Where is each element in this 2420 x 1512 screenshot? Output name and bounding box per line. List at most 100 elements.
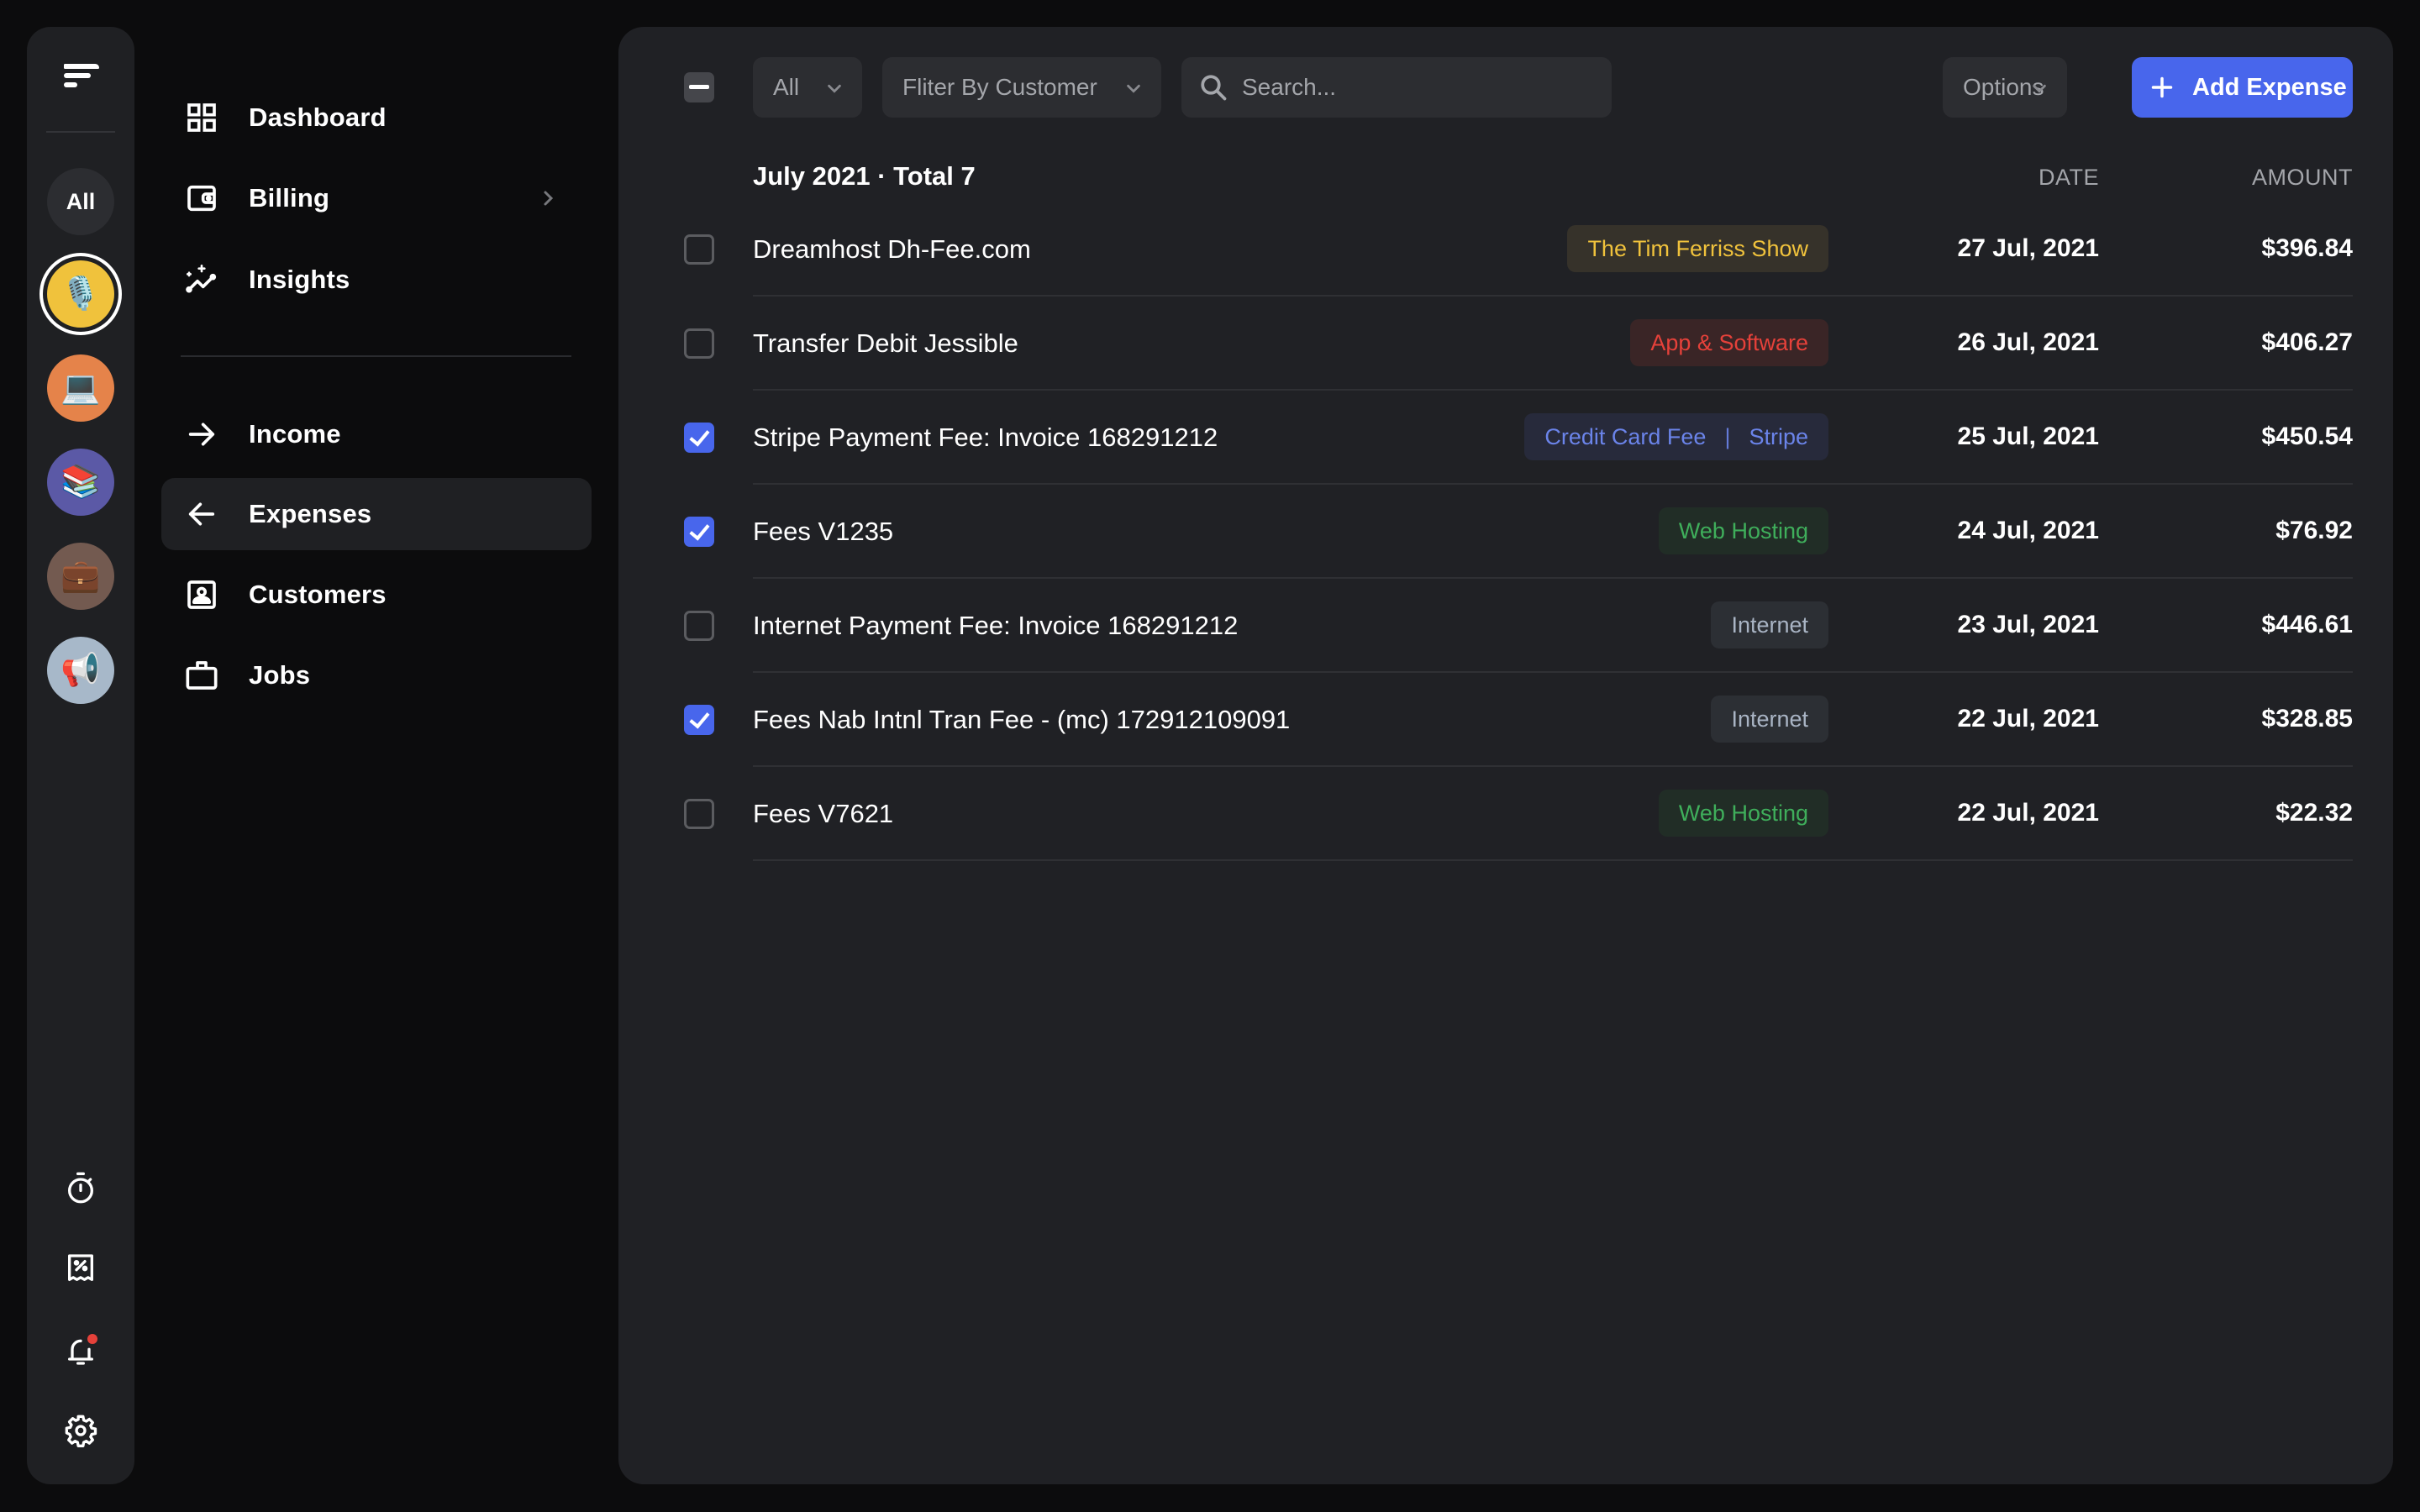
expense-description[interactable]: Fees V7621 <box>753 799 893 829</box>
category-tag[interactable]: The Tim Ferriss Show <box>1567 225 1828 272</box>
row-checkbox[interactable] <box>684 234 714 265</box>
expense-row[interactable]: Transfer Debit Jessible App & Software 2… <box>618 297 2393 391</box>
gear-icon[interactable] <box>64 1414 97 1447</box>
category-tag[interactable]: Internet <box>1711 601 1828 648</box>
category-tag[interactable]: Credit Card Fee | Stripe <box>1524 413 1828 460</box>
workspace-laptop-button[interactable]: 💻 <box>47 354 114 422</box>
options-dropdown[interactable]: Options <box>1943 57 2067 118</box>
tag-group: Web Hosting <box>1658 507 1828 554</box>
briefcase-icon: 💼 <box>60 559 101 594</box>
expense-date: 25 Jul, 2021 <box>1957 423 2099 450</box>
briefcase-icon <box>183 657 220 694</box>
expense-date: 26 Jul, 2021 <box>1957 328 2099 356</box>
receipt-percent-icon[interactable] <box>64 1252 97 1285</box>
stopwatch-icon[interactable] <box>64 1171 97 1205</box>
tag-label: Internet <box>1731 706 1808 732</box>
row-checkbox[interactable] <box>684 705 714 735</box>
customer-filter-value: Fliter By Customer <box>902 74 1097 100</box>
nav-item-income[interactable]: Income <box>161 398 592 470</box>
category-tag[interactable]: Web Hosting <box>1658 507 1828 554</box>
expense-row[interactable]: Internet Payment Fee: Invoice 168291212 … <box>618 579 2393 673</box>
chevron-down-icon <box>828 84 841 93</box>
expense-description[interactable]: Fees Nab Intnl Tran Fee - (mc) 172912109… <box>753 705 1290 735</box>
category-tag[interactable]: App & Software <box>1630 319 1828 366</box>
wallet-icon <box>183 180 220 217</box>
category-tag[interactable]: Internet <box>1711 696 1828 743</box>
category-tag[interactable]: Web Hosting <box>1658 790 1828 837</box>
expense-row[interactable]: Fees Nab Intnl Tran Fee - (mc) 172912109… <box>618 673 2393 767</box>
expense-date: 22 Jul, 2021 <box>1957 705 2099 732</box>
nav-label: Expenses <box>249 499 372 528</box>
select-all-checkbox[interactable] <box>684 72 714 102</box>
expense-row[interactable]: Fees V7621 Web Hosting 22 Jul, 2021 $22.… <box>618 767 2393 861</box>
nav-divider <box>181 355 571 357</box>
sparkle-chart-icon <box>183 261 220 298</box>
search-input[interactable] <box>1242 57 1595 118</box>
tag-group: Internet <box>1711 601 1828 648</box>
nav-label: Income <box>249 419 341 449</box>
nav-label: Dashboard <box>249 102 387 132</box>
type-filter-select[interactable]: All <box>753 57 862 118</box>
workspace-briefcase-button[interactable]: 💼 <box>47 543 114 610</box>
workspace-podcast-button[interactable]: 🎙️ <box>47 260 114 328</box>
expense-description[interactable]: Transfer Debit Jessible <box>753 328 1018 359</box>
workspace-all-button[interactable]: All <box>47 168 114 235</box>
row-checkbox[interactable] <box>684 328 714 359</box>
date-column-header[interactable]: DATE <box>2039 165 2099 191</box>
amount-column-header[interactable]: AMOUNT <box>2252 165 2353 191</box>
expense-row[interactable]: Fees V1235 Web Hosting 24 Jul, 2021 $76.… <box>618 485 2393 579</box>
rail-divider <box>46 131 115 133</box>
nav-label: Jobs <box>249 660 311 690</box>
tag-group: Web Hosting <box>1658 790 1828 837</box>
tag-group: Credit Card Fee | Stripe <box>1524 413 1828 460</box>
row-checkbox[interactable] <box>684 799 714 829</box>
add-expense-label: Add Expense <box>2192 73 2347 101</box>
tag-label: Web Hosting <box>1678 517 1808 543</box>
expense-date: 22 Jul, 2021 <box>1957 799 2099 827</box>
brand-logo-icon[interactable] <box>64 64 99 92</box>
expense-amount: $406.27 <box>2261 328 2353 356</box>
add-expense-button[interactable]: Add Expense <box>2132 57 2353 118</box>
nav-item-dashboard[interactable]: Dashboard <box>161 81 592 154</box>
expense-row[interactable]: Stripe Payment Fee: Invoice 168291212 Cr… <box>618 391 2393 485</box>
expense-list: Dreamhost Dh-Fee.com The Tim Ferriss Sho… <box>618 202 2393 861</box>
nav-item-jobs[interactable]: Jobs <box>161 639 592 711</box>
chevron-right-icon <box>544 191 554 206</box>
expense-date: 24 Jul, 2021 <box>1957 517 2099 544</box>
row-checkbox[interactable] <box>684 423 714 453</box>
expense-description[interactable]: Internet Payment Fee: Invoice 168291212 <box>753 611 1238 641</box>
tag-group: The Tim Ferriss Show <box>1567 225 1828 272</box>
expense-description[interactable]: Dreamhost Dh-Fee.com <box>753 234 1031 265</box>
grid-icon <box>183 99 220 136</box>
expense-description[interactable]: Stripe Payment Fee: Invoice 168291212 <box>753 423 1218 453</box>
bell-icon[interactable] <box>64 1334 97 1368</box>
nav-label: Billing <box>249 183 330 213</box>
toolbar: All Fliter By Customer Options Add Expen… <box>618 57 2393 118</box>
expense-date: 23 Jul, 2021 <box>1957 611 2099 638</box>
plus-icon <box>2151 76 2173 98</box>
nav-item-expenses[interactable]: Expenses <box>161 478 592 550</box>
nav-label: Insights <box>249 265 350 294</box>
tag-label: The Tim Ferriss Show <box>1587 235 1808 261</box>
notification-dot <box>87 1334 97 1344</box>
chevron-down-icon <box>1127 84 1140 93</box>
nav-item-insights[interactable]: Insights <box>161 244 592 316</box>
nav-item-billing[interactable]: Billing <box>161 162 592 234</box>
search-icon <box>1201 75 1227 101</box>
expense-description[interactable]: Fees V1235 <box>753 517 893 547</box>
workspace-rail: All 🎙️ 💻 📚 💼 📢 <box>27 27 134 1484</box>
books-icon: 📚 <box>60 465 101 500</box>
row-checkbox[interactable] <box>684 611 714 641</box>
row-checkbox[interactable] <box>684 517 714 547</box>
tag-group: App & Software <box>1630 319 1828 366</box>
expense-amount: $22.32 <box>2275 799 2353 827</box>
expenses-panel: All Fliter By Customer Options Add Expen… <box>618 27 2393 1484</box>
expense-amount: $76.92 <box>2275 517 2353 544</box>
workspace-megaphone-button[interactable]: 📢 <box>47 637 114 704</box>
tag-group: Internet <box>1711 696 1828 743</box>
workspace-books-button[interactable]: 📚 <box>47 449 114 516</box>
expense-row[interactable]: Dreamhost Dh-Fee.com The Tim Ferriss Sho… <box>618 202 2393 297</box>
nav-item-customers[interactable]: Customers <box>161 559 592 631</box>
expense-amount: $450.54 <box>2261 423 2353 450</box>
customer-filter-select[interactable]: Fliter By Customer <box>882 57 1161 118</box>
